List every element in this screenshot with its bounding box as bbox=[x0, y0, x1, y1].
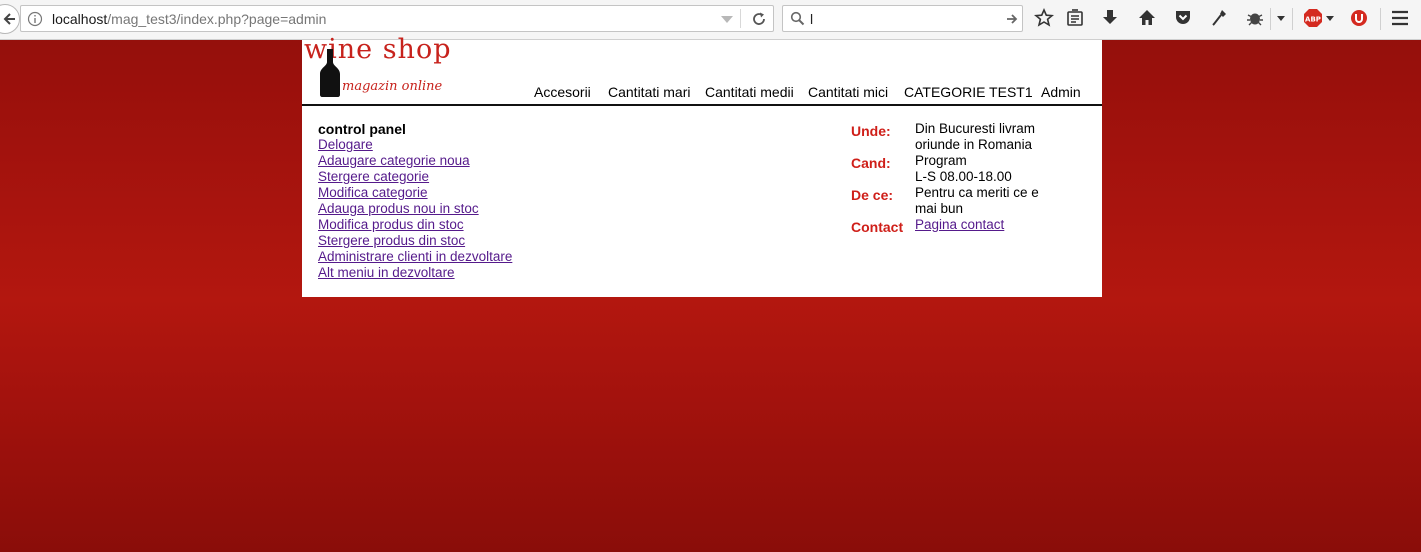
info-row-when: Cand: Program L-S 08.00-18.00 bbox=[851, 153, 1051, 185]
url-text[interactable]: localhost/mag_test3/index.php?page=admin bbox=[52, 11, 326, 27]
when-value-1: Program bbox=[915, 153, 967, 168]
search-icon bbox=[790, 11, 805, 26]
when-value-2: L-S 08.00-18.00 bbox=[915, 169, 1012, 184]
contact-page-link[interactable]: Pagina contact bbox=[915, 217, 1004, 232]
link-alt-meniu[interactable]: Alt meniu in dezvoltare bbox=[318, 265, 455, 280]
nav-item-cantitati-medii[interactable]: Cantitati medii bbox=[705, 84, 794, 100]
info-row-where: Unde: Din Bucuresti livram oriunde in Ro… bbox=[851, 121, 1051, 153]
nav-item-cantitati-mici[interactable]: Cantitati mici bbox=[808, 84, 888, 100]
divider bbox=[1270, 8, 1271, 30]
home-icon[interactable] bbox=[1137, 8, 1157, 28]
info-box: Unde: Din Bucuresti livram oriunde in Ro… bbox=[851, 121, 1051, 235]
info-row-contact: Contact Pagina contact bbox=[851, 217, 1051, 235]
main-navigation: Accesorii Cantitati mari Cantitati medii… bbox=[302, 84, 1102, 102]
link-modifica-categorie[interactable]: Modifica categorie bbox=[318, 185, 428, 200]
info-icon[interactable] bbox=[27, 11, 43, 27]
control-panel-links: Delogare Adaugare categorie noua Sterger… bbox=[318, 137, 512, 281]
link-administrare-clienti[interactable]: Administrare clienti in dezvoltare bbox=[318, 249, 512, 264]
why-label: De ce: bbox=[851, 187, 894, 203]
ublock-shield-icon[interactable] bbox=[1350, 8, 1368, 28]
search-bar[interactable]: l bbox=[782, 5, 1023, 32]
nav-item-admin[interactable]: Admin bbox=[1041, 84, 1081, 100]
link-stergere-produs[interactable]: Stergere produs din stoc bbox=[318, 233, 465, 248]
nav-item-categorie-test1[interactable]: CATEGORIE TEST1 bbox=[904, 84, 1033, 100]
where-label: Unde: bbox=[851, 123, 891, 139]
info-row-why: De ce: Pentru ca meriti ce e mai bun bbox=[851, 185, 1051, 217]
control-panel-title: control panel bbox=[318, 121, 406, 137]
pocket-icon[interactable] bbox=[1173, 8, 1193, 28]
search-input[interactable]: l bbox=[810, 11, 813, 27]
url-history-dropdown-icon[interactable] bbox=[721, 16, 733, 23]
reading-list-icon[interactable] bbox=[1066, 8, 1084, 28]
adblock-menu-chevron-icon[interactable] bbox=[1326, 16, 1334, 21]
hamburger-menu-icon[interactable] bbox=[1391, 9, 1409, 27]
link-adauga-produs[interactable]: Adauga produs nou in stoc bbox=[318, 201, 479, 216]
extension-menu-chevron-icon[interactable] bbox=[1277, 16, 1285, 21]
nav-item-accesorii[interactable]: Accesorii bbox=[534, 84, 591, 100]
back-arrow-icon bbox=[3, 13, 15, 25]
download-icon[interactable] bbox=[1101, 8, 1119, 28]
link-delogare[interactable]: Delogare bbox=[318, 137, 373, 152]
reload-icon[interactable] bbox=[751, 11, 767, 27]
divider bbox=[740, 9, 741, 28]
arrow-right-icon[interactable] bbox=[1005, 12, 1019, 26]
divider bbox=[1380, 8, 1381, 30]
divider bbox=[1292, 8, 1293, 30]
contact-value: Pagina contact bbox=[915, 217, 1045, 233]
browser-toolbar: localhost/mag_test3/index.php?page=admin… bbox=[0, 0, 1421, 40]
nav-item-cantitati-mari[interactable]: Cantitati mari bbox=[608, 84, 690, 100]
adblock-plus-icon[interactable]: ABP bbox=[1303, 8, 1323, 28]
link-modifica-produs[interactable]: Modifica produs din stoc bbox=[318, 217, 464, 232]
bookmark-star-icon[interactable] bbox=[1034, 8, 1054, 28]
eyedropper-icon[interactable] bbox=[1209, 8, 1229, 28]
back-button[interactable] bbox=[0, 4, 20, 34]
page-container: wine shop magazin online Accesorii Canti… bbox=[302, 34, 1102, 297]
bug-extension-icon[interactable] bbox=[1245, 8, 1265, 28]
address-bar[interactable]: localhost/mag_test3/index.php?page=admin bbox=[20, 5, 774, 32]
link-adaugare-categorie[interactable]: Adaugare categorie noua bbox=[318, 153, 470, 168]
why-value: Pentru ca meriti ce e mai bun bbox=[915, 185, 1039, 216]
contact-label: Contact bbox=[851, 219, 904, 235]
link-stergere-categorie[interactable]: Stergere categorie bbox=[318, 169, 429, 184]
when-label: Cand: bbox=[851, 155, 891, 171]
svg-text:ABP: ABP bbox=[1305, 16, 1321, 24]
where-value: Din Bucuresti livram oriunde in Romania bbox=[915, 121, 1036, 152]
header-divider bbox=[302, 104, 1102, 106]
